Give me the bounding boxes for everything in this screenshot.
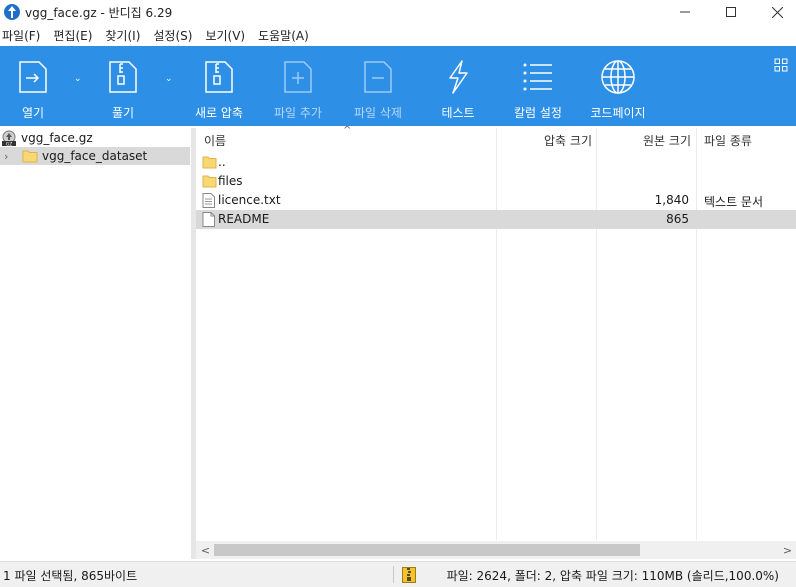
folder-tree: GZ vgg_face.gz › vgg_face_dataset [0,128,191,559]
minimize-button[interactable] [662,0,708,24]
status-divider [393,566,394,583]
list-icon [523,63,552,91]
window-title: vgg_face.gz - 반디집 6.29 [25,6,173,20]
original-size: 865 [666,212,689,226]
column-header-compressed[interactable]: 압축 크기 [496,128,592,152]
new-archive-icon [205,61,233,93]
original-size: 1,840 [654,193,689,207]
menu-settings[interactable]: 설정(S) [153,27,192,44]
status-bar: 1 파일 선택됨, 865바이트 파일: 2624, 폴더: 2, 압축 파일 … [0,561,796,587]
file-name: files [218,174,243,188]
file-name: README [218,212,270,226]
archive-zip-icon [402,567,416,583]
sort-ascending-icon: ^ [343,125,352,136]
file-name: .. [218,155,226,169]
menu-view[interactable]: 보기(V) [205,27,245,44]
test-label: 테스트 [441,106,475,120]
test-button[interactable]: 테스트 [427,46,489,126]
file-name: licence.txt [218,193,281,207]
add-file-icon [284,61,312,93]
title-bar: vgg_face.gz - 반디집 6.29 [0,0,796,24]
list-item[interactable]: README 865 [196,210,796,229]
codepage-label: 코드페이지 [590,106,646,120]
column-type-label: 파일 종류 [704,133,752,148]
list-item[interactable]: .. [196,153,796,172]
list-item[interactable]: files [196,172,796,191]
menu-file[interactable]: 파일(F) [2,27,40,44]
selection-status: 1 파일 선택됨, 865바이트 [3,569,138,583]
tree-archive-label: vgg_face.gz [21,131,93,145]
file-list: 이름 ^ 압축 크기 원본 크기 파일 종류 .. files licence.… [196,125,796,559]
folder-icon [202,175,217,188]
scroll-right-icon[interactable]: > [779,541,796,559]
column-settings-button[interactable]: 칼럼 설정 [507,46,569,126]
menu-find[interactable]: 찾기(I) [105,27,140,44]
open-button[interactable]: 열기 [2,46,64,126]
add-file-button[interactable]: 파일 추가 [267,46,329,126]
extract-label: 풀기 [111,106,135,120]
extract-icon [109,61,137,93]
delete-file-icon [364,61,392,93]
gz-archive-icon: GZ [2,130,16,146]
tree-item-folder[interactable]: › vgg_face_dataset [0,147,190,165]
delete-file-button[interactable]: 파일 삭제 [347,46,409,126]
tree-item-archive[interactable]: GZ vgg_face.gz [0,129,93,147]
archive-summary: 파일: 2624, 폴더: 2, 압축 파일 크기: 110MB (솔리드,10… [446,569,779,583]
tree-folder-label: vgg_face_dataset [42,149,148,163]
extract-button[interactable]: 풀기 [92,46,154,126]
horizontal-scrollbar[interactable]: < > [196,541,796,559]
menu-bar: 파일(F) 편집(E) 찾기(I) 설정(S) 보기(V) 도움말(A) [0,24,796,46]
scroll-left-icon[interactable]: < [197,541,214,559]
open-label: 열기 [21,106,45,120]
new-archive-button[interactable]: 새로 압축 [188,46,250,126]
bandizip-logo-icon [4,4,20,20]
list-item[interactable]: licence.txt 1,840 텍스트 문서 [196,191,796,210]
column-name-label: 이름 [204,133,227,148]
open-dropdown-icon[interactable]: ⌄ [74,74,82,84]
column-header-type[interactable]: 파일 종류 [704,128,796,152]
delete-file-label: 파일 삭제 [354,106,402,120]
folder-icon [22,150,38,163]
folder-icon [202,156,217,169]
globe-icon [601,60,635,94]
menu-help[interactable]: 도움말(A) [258,27,309,44]
new-archive-label: 새로 압축 [195,106,243,120]
extract-dropdown-icon[interactable]: ⌄ [165,74,173,84]
expand-arrow-icon[interactable]: › [4,150,16,163]
add-file-label: 파일 추가 [274,106,322,120]
scrollbar-thumb[interactable] [214,544,640,556]
text-file-icon [202,193,215,208]
svg-text:GZ: GZ [6,141,13,146]
file-icon [202,212,215,227]
close-button[interactable] [754,0,796,24]
maximize-button[interactable] [708,0,754,24]
column-header-original[interactable]: 원본 크기 [596,128,691,152]
toolbar: 열기 ⌄ 풀기 ⌄ 새로 압축 파일 추가 파일 삭제 테스트 칼럼 설정 코드… [0,46,796,126]
open-icon [19,61,47,93]
column-compressed-label: 압축 크기 [544,133,592,148]
file-type: 텍스트 문서 [704,195,764,209]
column-settings-label: 칼럼 설정 [514,106,562,120]
layout-grid-icon[interactable] [774,58,788,72]
menu-edit[interactable]: 편집(E) [53,27,92,44]
codepage-button[interactable]: 코드페이지 [584,46,652,126]
lightning-icon [449,60,468,94]
column-original-label: 원본 크기 [643,133,691,148]
